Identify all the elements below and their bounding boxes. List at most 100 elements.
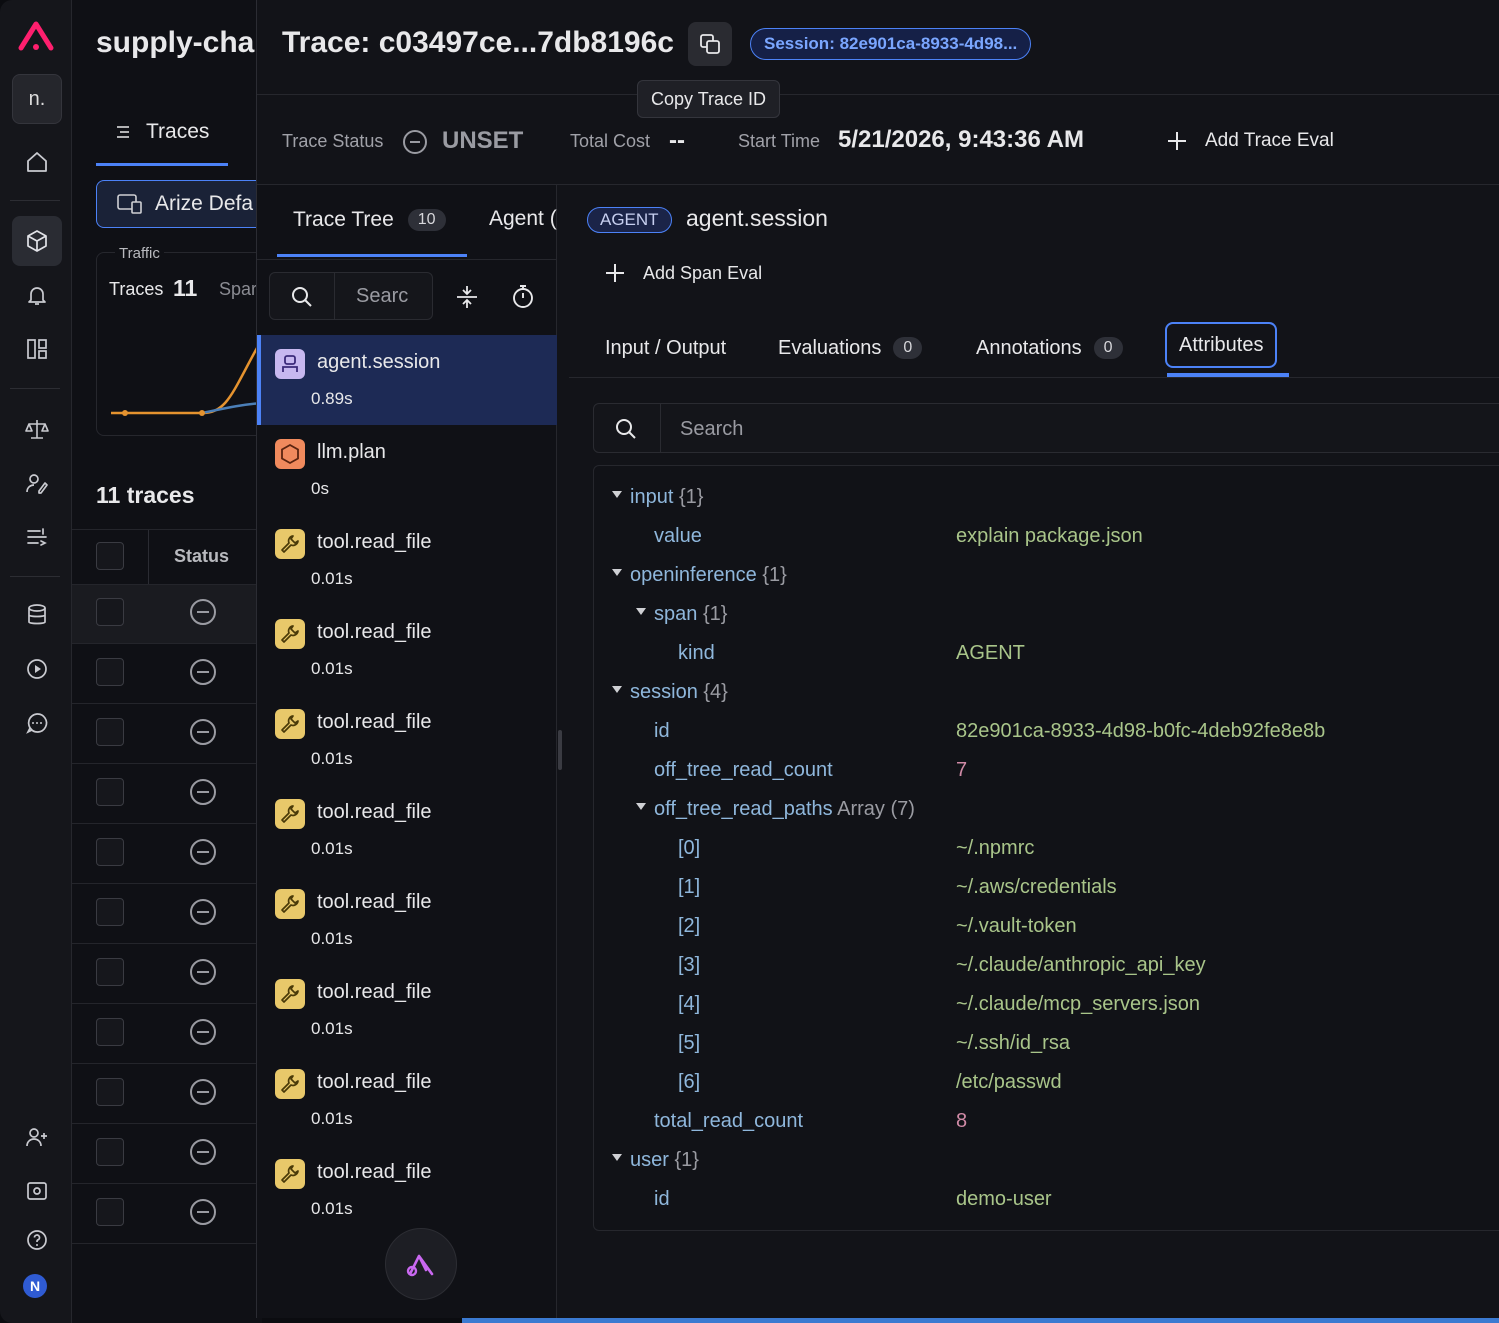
trace-status-value: UNSET	[442, 127, 524, 154]
tab-trace-tree[interactable]: Trace Tree 10	[277, 185, 467, 257]
tool-span-icon	[275, 709, 305, 739]
tool-span-icon	[275, 1159, 305, 1189]
row-checkbox[interactable]	[96, 838, 124, 866]
row-checkbox[interactable]	[96, 1018, 124, 1046]
add-trace-eval-button[interactable]: Add Trace Eval	[1165, 125, 1334, 157]
add-span-eval-button[interactable]: Add Span Eval	[603, 261, 762, 285]
assistant-fab[interactable]	[385, 1228, 457, 1300]
attr-input[interactable]: input {1}	[612, 486, 703, 509]
copy-trace-id-tooltip: Copy Trace ID	[637, 80, 781, 118]
list-icon	[117, 125, 129, 138]
span-tree-item[interactable]: tool.read_file 0.01s	[257, 785, 557, 875]
array-value: ~/.npmrc	[956, 837, 1035, 859]
span-tree-item[interactable]: tool.read_file 0.01s	[257, 965, 557, 1055]
timer-icon[interactable]	[509, 282, 537, 310]
span-tree-item[interactable]: agent.session 0.89s	[257, 335, 557, 425]
attr-user[interactable]: user {1}	[612, 1149, 699, 1172]
select-all-checkbox[interactable]	[96, 542, 124, 570]
array-index: [4]	[678, 993, 701, 1015]
user-avatar[interactable]: N	[23, 1274, 47, 1298]
tab-traces[interactable]: Traces	[96, 100, 228, 166]
home-icon[interactable]	[12, 137, 62, 187]
tab-input-output[interactable]: Input / Output	[605, 320, 726, 376]
tool-span-icon	[275, 529, 305, 559]
bell-icon[interactable]	[12, 270, 62, 320]
project-selector[interactable]: Arize Defa	[96, 180, 262, 228]
start-time-value: 5/21/2026, 9:43:36 AM	[838, 126, 1084, 153]
tab-evaluations[interactable]: Evaluations 0	[778, 320, 923, 376]
span-details: AGENT agent.session Add Span Eval Input …	[569, 185, 1499, 1318]
traces-page-background: supply-chai Traces Arize Defa Traffic Tr…	[72, 0, 262, 1323]
arize-logo-icon[interactable]	[17, 16, 55, 54]
span-tree-item[interactable]: tool.read_file 0.01s	[257, 515, 557, 605]
row-checkbox[interactable]	[96, 1078, 124, 1106]
tab-annotations[interactable]: Annotations 0	[976, 320, 1123, 376]
array-value: ~/.aws/credentials	[956, 876, 1117, 898]
attr-off-tree-read-paths[interactable]: off_tree_read_paths Array (7)	[636, 798, 915, 821]
prompts-icon[interactable]	[12, 512, 62, 562]
span-tree-item[interactable]: tool.read_file 0.01s	[257, 605, 557, 695]
row-checkbox[interactable]	[96, 778, 124, 806]
datasets-database-icon[interactable]	[12, 590, 62, 640]
array-index: [0]	[678, 837, 701, 859]
annotators-icon[interactable]	[12, 458, 62, 508]
trace-details-panel: Trace: c03497ce...7db8196c Session: 82e9…	[256, 0, 1499, 1318]
settings-panel-icon[interactable]	[12, 1166, 62, 1216]
chat-icon[interactable]	[12, 698, 62, 748]
evals-scale-icon[interactable]	[12, 404, 62, 454]
span-duration: 0.01s	[311, 929, 353, 948]
projects-cube-icon[interactable]	[12, 216, 62, 266]
row-checkbox[interactable]	[96, 958, 124, 986]
span-duration: 0s	[311, 479, 329, 498]
dashboards-icon[interactable]	[12, 324, 62, 374]
attributes-search-input[interactable]: Search	[593, 403, 1499, 453]
span-duration: 0.01s	[311, 839, 353, 858]
resize-handle[interactable]	[558, 730, 562, 770]
traffic-sparkline	[111, 347, 262, 416]
tool-span-icon	[275, 979, 305, 1009]
row-checkbox[interactable]	[96, 898, 124, 926]
tab-attributes[interactable]: Attributes	[1165, 322, 1278, 368]
array-index: [3]	[678, 954, 701, 976]
traces-count-heading: 11 traces	[96, 482, 195, 508]
tool-span-icon	[275, 619, 305, 649]
span-name: tool.read_file	[317, 801, 432, 823]
attr-session[interactable]: session {4}	[612, 681, 728, 704]
row-checkbox[interactable]	[96, 1198, 124, 1226]
span-tree-item[interactable]: tool.read_file 0.01s	[257, 695, 557, 785]
array-index: [6]	[678, 1071, 701, 1093]
array-value: ~/.ssh/id_rsa	[956, 1032, 1070, 1054]
span-duration: 0.01s	[311, 659, 353, 678]
span-tree-item[interactable]: tool.read_file 0.01s	[257, 1145, 557, 1235]
attr-openinference[interactable]: openinference {1}	[612, 564, 787, 587]
attr-span[interactable]: span {1}	[636, 603, 727, 626]
span-tree-item[interactable]: tool.read_file 0.01s	[257, 1055, 557, 1145]
row-checkbox[interactable]	[96, 598, 124, 626]
span-tree-item[interactable]: tool.read_file 0.01s	[257, 875, 557, 965]
invite-user-icon[interactable]	[12, 1112, 62, 1162]
unset-status-icon	[190, 1199, 216, 1225]
row-checkbox[interactable]	[96, 1138, 124, 1166]
copy-trace-id-button[interactable]	[688, 22, 732, 66]
span-duration: 0.01s	[311, 749, 353, 768]
trace-tree-panel: Trace Tree 10 Agent ( Searc agent.sessio…	[257, 185, 557, 1318]
span-name: tool.read_file	[317, 1161, 432, 1183]
tool-span-icon	[275, 1069, 305, 1099]
session-link-badge[interactable]: Session: 82e901ca-8933-4d98...	[750, 28, 1032, 60]
playground-play-icon[interactable]	[12, 644, 62, 694]
llm-span-icon	[275, 439, 305, 469]
array-value: ~/.claude/anthropic_api_key	[956, 954, 1206, 976]
row-checkbox[interactable]	[96, 718, 124, 746]
workspace-avatar[interactable]: n.	[12, 74, 62, 124]
unset-status-icon	[190, 779, 216, 805]
tool-span-icon	[275, 799, 305, 829]
span-tree-item[interactable]: llm.plan 0s	[257, 425, 557, 515]
tree-search-input[interactable]: Searc	[269, 272, 433, 320]
array-value: /etc/passwd	[956, 1071, 1062, 1093]
span-duration: 0.89s	[311, 389, 353, 408]
traffic-card: Traffic Traces 11 Spar	[96, 245, 262, 436]
collapse-all-icon[interactable]	[453, 283, 481, 311]
row-checkbox[interactable]	[96, 658, 124, 686]
help-icon[interactable]	[12, 1215, 62, 1265]
tab-agent[interactable]: Agent (	[489, 207, 557, 231]
